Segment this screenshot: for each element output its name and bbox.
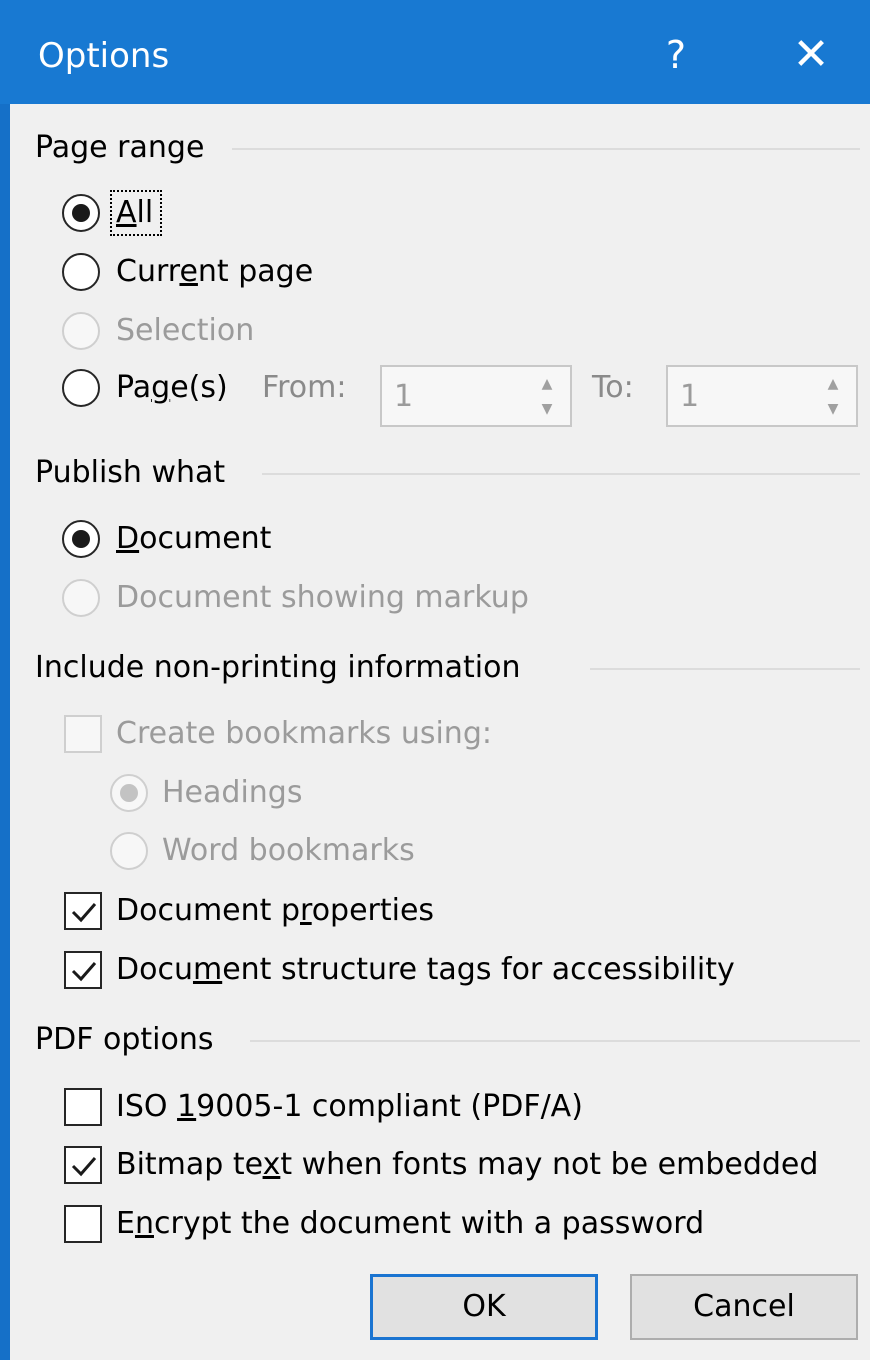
page-range-header: Page range [35, 130, 205, 165]
publish-what-header: Publish what [35, 455, 226, 490]
document-markup-label: Document showing markup [116, 580, 529, 615]
iso-compliant-label[interactable]: ISO 19005-1 compliant (PDF/A) [116, 1087, 583, 1127]
iso-compliant-checkbox[interactable] [64, 1088, 102, 1126]
spin-up-icon: ▲ [827, 375, 839, 392]
bitmap-text-checkbox[interactable] [64, 1146, 102, 1184]
document-markup-radio [62, 579, 100, 617]
help-button[interactable]: ? [656, 30, 696, 80]
all-radio[interactable] [62, 194, 100, 232]
spin-down-icon: ▼ [541, 400, 553, 417]
bitmap-text-label[interactable]: Bitmap text when fonts may not be embedd… [116, 1145, 818, 1185]
headings-radio [110, 774, 148, 812]
from-spinner: 1 ▲ ▼ [380, 365, 572, 427]
section-divider [250, 1040, 860, 1042]
to-spinner: 1 ▲ ▼ [666, 365, 858, 427]
to-label: To: [592, 370, 634, 405]
encrypt-label[interactable]: Encrypt the document with a password [116, 1204, 704, 1244]
current-page-radio[interactable] [62, 253, 100, 291]
to-value: 1 [680, 379, 700, 414]
selection-label: Selection [116, 313, 255, 348]
section-divider [232, 148, 860, 150]
section-divider [262, 473, 860, 475]
checkmark-icon [71, 962, 97, 982]
headings-label: Headings [162, 775, 303, 810]
encrypt-checkbox[interactable] [64, 1205, 102, 1243]
pdf-options-header: PDF options [35, 1022, 214, 1057]
word-bookmarks-label: Word bookmarks [162, 833, 415, 868]
ok-button[interactable]: OK [370, 1274, 598, 1340]
checkmark-icon [71, 1157, 97, 1177]
all-label[interactable]: All [116, 193, 153, 233]
create-bookmarks-label: Create bookmarks using: [116, 716, 492, 751]
dialog-title: Options [38, 36, 170, 76]
checkmark-icon [71, 903, 97, 923]
non-printing-header: Include non-printing information [35, 650, 521, 685]
word-bookmarks-radio [110, 832, 148, 870]
document-radio[interactable] [62, 520, 100, 558]
pages-radio[interactable] [62, 369, 100, 407]
spin-down-icon: ▼ [827, 400, 839, 417]
structure-tags-label[interactable]: Document structure tags for accessibilit… [116, 950, 735, 990]
from-label: From: [262, 370, 347, 405]
title-bar: Options ? ✕ [0, 0, 870, 104]
document-properties-checkbox[interactable] [64, 892, 102, 930]
current-page-label[interactable]: Current page [116, 252, 313, 292]
section-divider [590, 668, 860, 670]
create-bookmarks-checkbox [64, 715, 102, 753]
document-properties-label[interactable]: Document properties [116, 891, 434, 931]
selection-radio [62, 312, 100, 350]
from-value: 1 [394, 379, 414, 414]
close-button[interactable]: ✕ [786, 30, 836, 80]
pages-label[interactable]: Page(s) [116, 368, 228, 408]
structure-tags-checkbox[interactable] [64, 951, 102, 989]
spin-up-icon: ▲ [541, 375, 553, 392]
cancel-button[interactable]: Cancel [630, 1274, 858, 1340]
options-dialog: Options ? ✕ Page range All Current page … [0, 0, 870, 1360]
document-label[interactable]: Document [116, 519, 271, 559]
